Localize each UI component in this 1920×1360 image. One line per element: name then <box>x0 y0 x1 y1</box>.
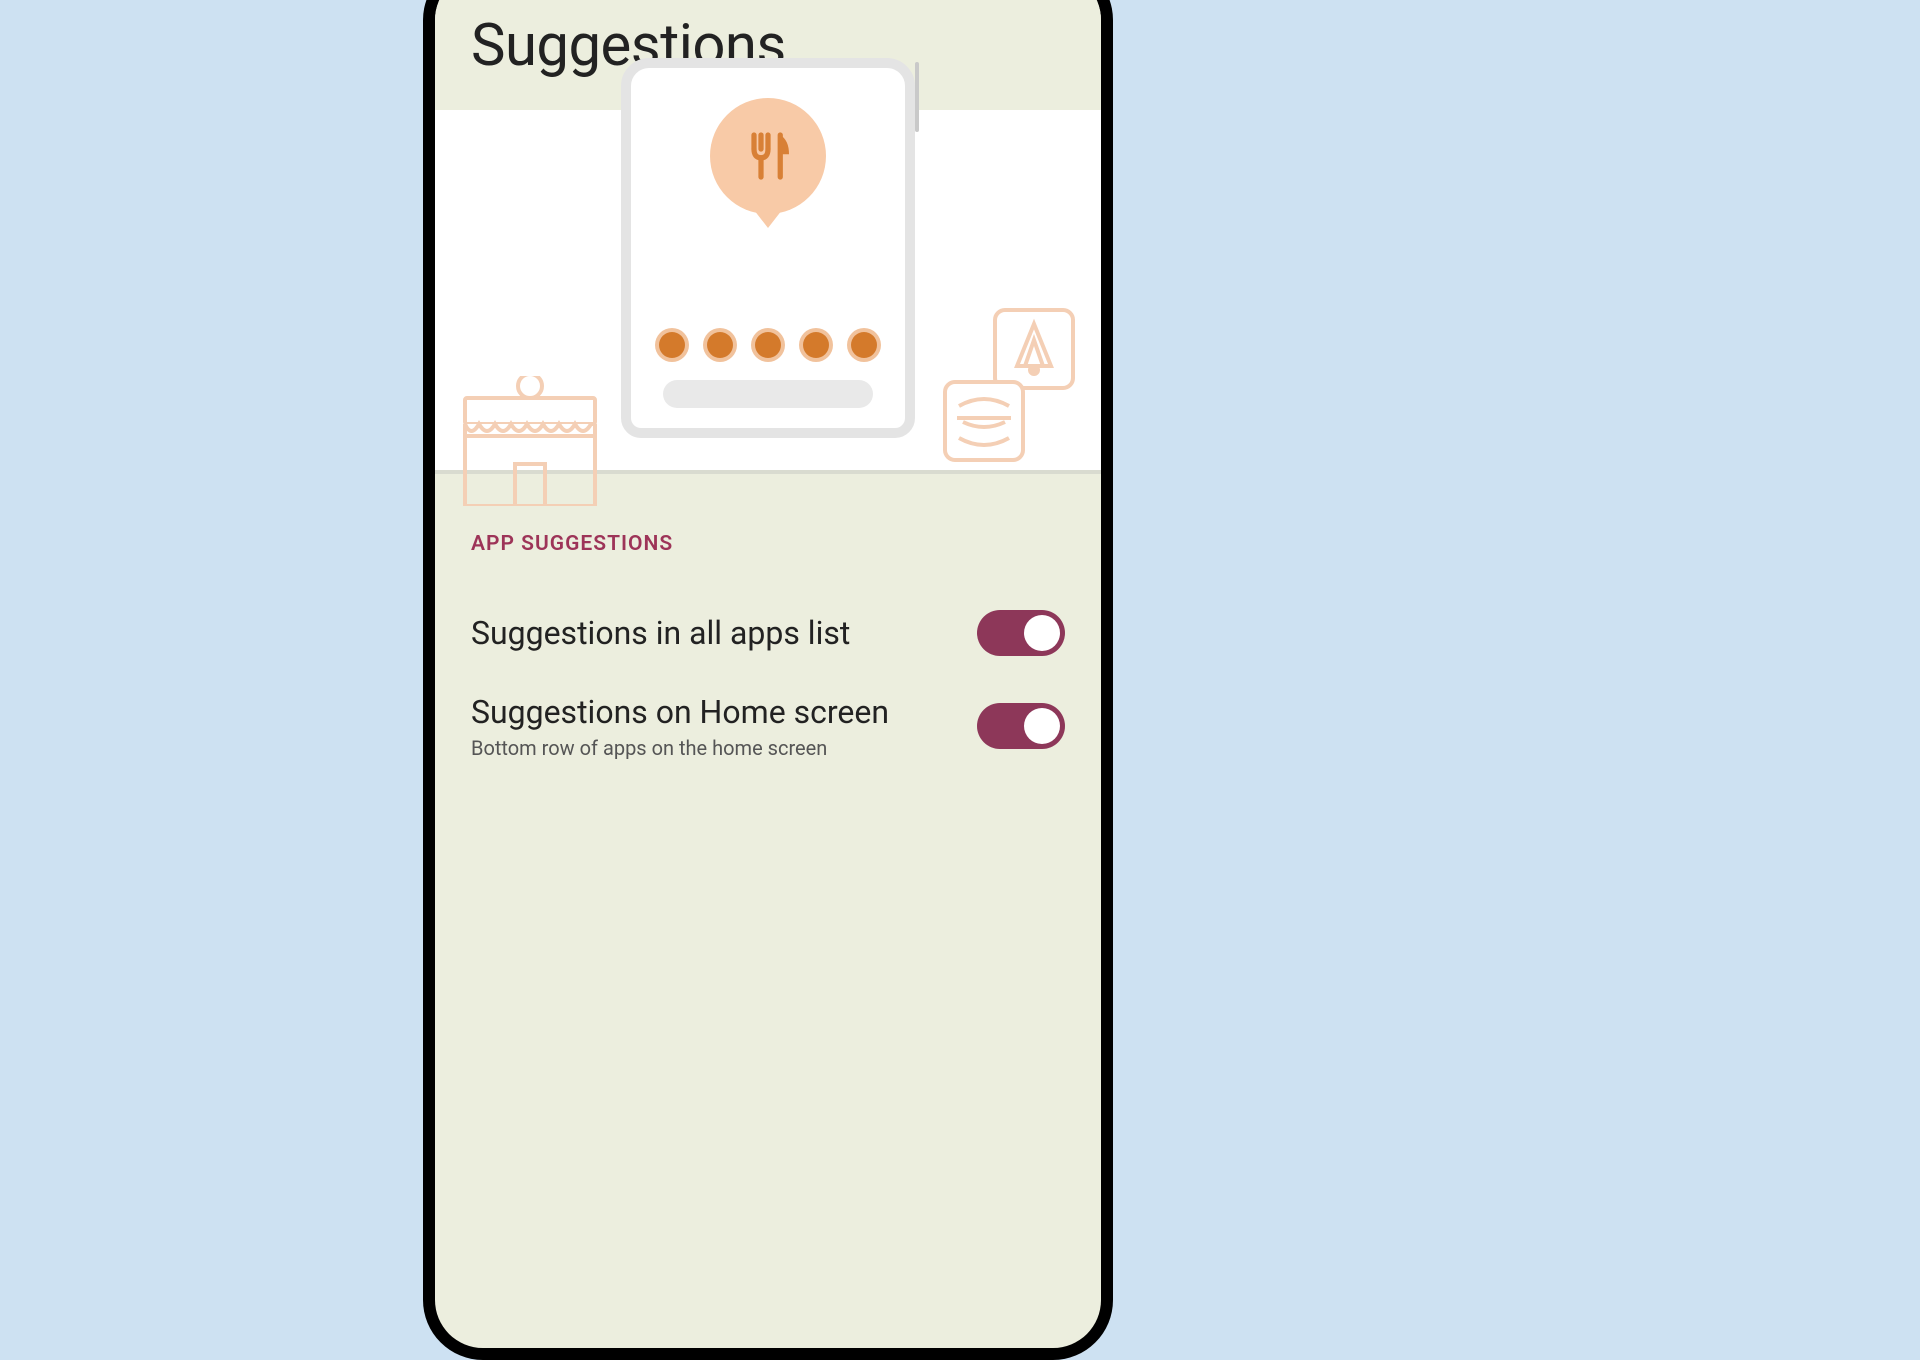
setting-text: Suggestions in all apps list <box>471 613 977 653</box>
illustration-phone <box>621 58 915 438</box>
food-cards-icon <box>939 306 1079 476</box>
device-frame: Suggestions <box>423 0 1113 1360</box>
setting-text: Suggestions on Home screen Bottom row of… <box>471 692 977 760</box>
app-dot-icon <box>803 332 829 358</box>
app-dot-icon <box>707 332 733 358</box>
setting-title: Suggestions on Home screen <box>471 692 957 732</box>
illustration-app-dots <box>631 332 905 358</box>
setting-row-suggestions-all-apps[interactable]: Suggestions in all apps list <box>471 592 1065 674</box>
storefront-icon <box>455 376 605 506</box>
setting-row-suggestions-home[interactable]: Suggestions on Home screen Bottom row of… <box>471 674 1065 778</box>
fork-knife-icon <box>740 128 796 184</box>
toggle-suggestions-home[interactable] <box>977 703 1065 749</box>
setting-subtitle: Bottom row of apps on the home screen <box>471 736 957 760</box>
illustration <box>435 110 1101 474</box>
section-label: APP SUGGESTIONS <box>471 532 1065 556</box>
app-dot-icon <box>851 332 877 358</box>
app-dot-icon <box>659 332 685 358</box>
toggle-suggestions-all-apps[interactable] <box>977 610 1065 656</box>
settings-section: APP SUGGESTIONS Suggestions in all apps … <box>435 496 1101 778</box>
setting-title: Suggestions in all apps list <box>471 613 957 653</box>
app-dot-icon <box>755 332 781 358</box>
toggle-knob <box>1024 615 1060 651</box>
illustration-search-bar <box>663 380 873 408</box>
toggle-knob <box>1024 708 1060 744</box>
suggestion-bubble <box>710 98 826 214</box>
screen: Suggestions <box>435 0 1101 1348</box>
